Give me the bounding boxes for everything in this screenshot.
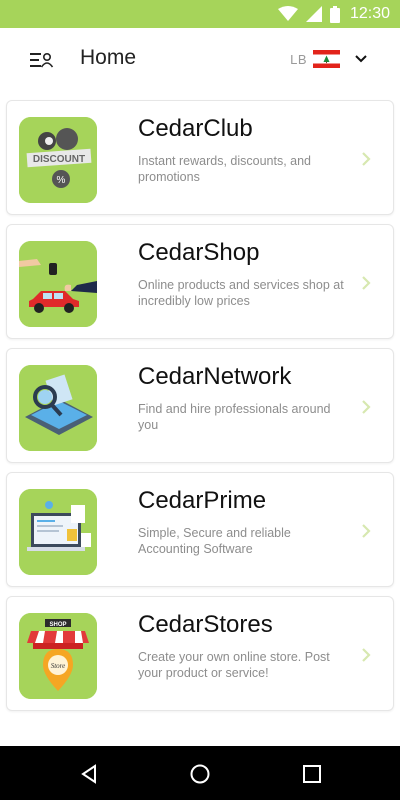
system-nav-bar (0, 746, 400, 800)
wifi-icon (277, 6, 298, 21)
svg-text:SHOP: SHOP (49, 622, 66, 628)
page-title: Home (80, 46, 137, 69)
home-icon (190, 764, 210, 784)
back-button[interactable] (78, 763, 100, 785)
locale-selector[interactable]: LB (290, 50, 368, 68)
locale-code: LB (290, 51, 307, 67)
card-cedarshop[interactable]: CedarShop Online products and services s… (6, 224, 394, 339)
svg-text:%: % (57, 175, 66, 186)
signal-icon (305, 6, 322, 22)
magnifier-tablet-icon (19, 365, 97, 451)
home-button[interactable] (189, 763, 211, 785)
card-cedarnetwork[interactable]: CedarNetwork Find and hire professionals… (6, 348, 394, 463)
card-description: Find and hire professionals around you (138, 402, 331, 432)
chevron-right-icon (362, 524, 371, 538)
recents-button[interactable] (301, 763, 323, 785)
chevron-right-icon (362, 400, 371, 414)
status-bar: 12:30 (0, 0, 400, 28)
menu-button[interactable] (26, 48, 60, 72)
card-title: CedarClub (138, 115, 253, 142)
status-icons: 12:30 (277, 0, 390, 28)
chevron-down-icon (355, 55, 367, 63)
card-description: Online products and services shop at inc… (138, 278, 344, 308)
svg-text:Store: Store (51, 662, 66, 670)
card-description: Create your own online store. Post your … (138, 650, 330, 680)
app-bar: Home LB (0, 28, 400, 92)
card-cedarprime[interactable]: CedarPrime Simple, Secure and reliable A… (6, 472, 394, 587)
service-list: DISCOUNT % CedarClub Instant rewards, di… (6, 100, 394, 720)
card-title: CedarNetwork (138, 363, 292, 390)
card-title: CedarShop (138, 239, 260, 266)
svg-text:DISCOUNT: DISCOUNT (33, 154, 85, 165)
discount-tag-icon: DISCOUNT % (19, 117, 97, 203)
card-cedarclub[interactable]: DISCOUNT % CedarClub Instant rewards, di… (6, 100, 394, 215)
car-key-icon (19, 241, 97, 327)
status-time: 12:30 (349, 5, 390, 22)
chevron-right-icon (362, 152, 371, 166)
menu-profile-icon (30, 53, 54, 68)
battery-icon (329, 5, 340, 23)
lebanon-flag-icon (313, 50, 340, 68)
card-title: CedarStores (138, 611, 273, 638)
back-icon (81, 764, 96, 784)
shop-pin-icon: SHOP Store (19, 613, 97, 699)
card-title: CedarPrime (138, 487, 267, 514)
recents-icon (303, 765, 321, 783)
chevron-right-icon (362, 276, 371, 290)
card-description: Simple, Secure and reliable Accounting S… (138, 526, 291, 556)
card-description: Instant rewards, discounts, and promotio… (138, 154, 312, 184)
accounting-laptop-icon (19, 489, 97, 575)
chevron-right-icon (362, 648, 371, 662)
card-cedarstores[interactable]: SHOP Store CedarStores Create your own o… (6, 596, 394, 711)
